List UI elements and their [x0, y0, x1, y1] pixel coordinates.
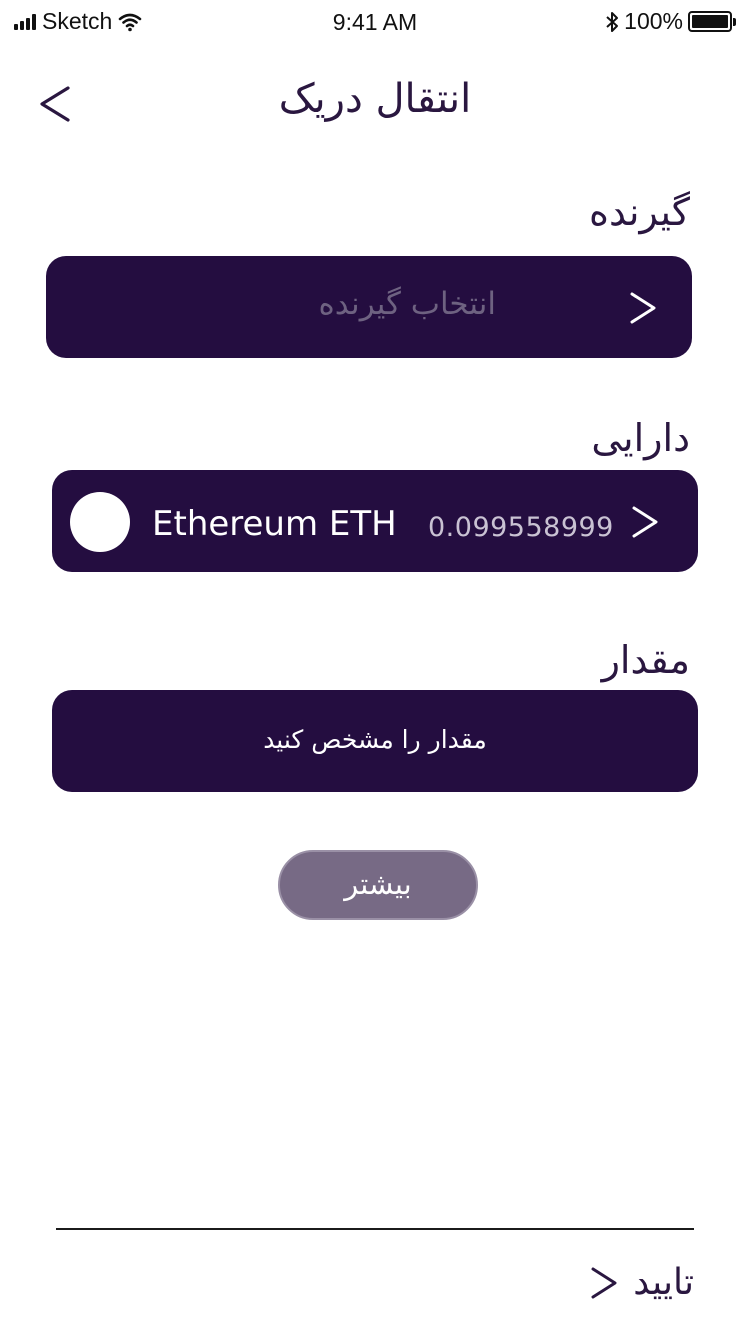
footer-divider	[56, 1228, 694, 1230]
chevron-right-icon	[591, 1267, 617, 1298]
chevron-right-icon	[632, 506, 658, 538]
recipient-placeholder: انتخاب گیرنده	[318, 286, 496, 322]
battery-percent: 100%	[624, 8, 683, 34]
confirm-label: تایید	[633, 1262, 694, 1303]
battery-icon	[688, 11, 736, 32]
asset-selector[interactable]: Ethereum ETH 0.099558999	[52, 470, 698, 572]
page-title: انتقال دریک	[278, 76, 472, 122]
asset-name: Ethereum ETH	[152, 504, 397, 544]
status-bar: Sketch 9:41 AM 100%	[0, 0, 750, 44]
asset-label: دارایی	[591, 416, 690, 460]
chevron-right-icon	[630, 292, 656, 324]
amount-placeholder: مقدار را مشخص کنید	[263, 725, 487, 754]
asset-icon	[70, 492, 130, 552]
confirm-button[interactable]: تایید	[589, 1262, 694, 1303]
amount-input[interactable]: مقدار را مشخص کنید	[52, 690, 698, 792]
recipient-label: گیرنده	[589, 190, 690, 234]
battery-fill	[692, 15, 728, 28]
recipient-selector[interactable]: انتخاب گیرنده	[46, 256, 692, 358]
status-right: 100%	[605, 8, 736, 35]
more-button[interactable]: بیشتر	[278, 850, 478, 920]
bluetooth-icon	[606, 11, 619, 32]
asset-balance: 0.099558999	[428, 512, 614, 543]
amount-label: مقدار	[601, 638, 690, 682]
